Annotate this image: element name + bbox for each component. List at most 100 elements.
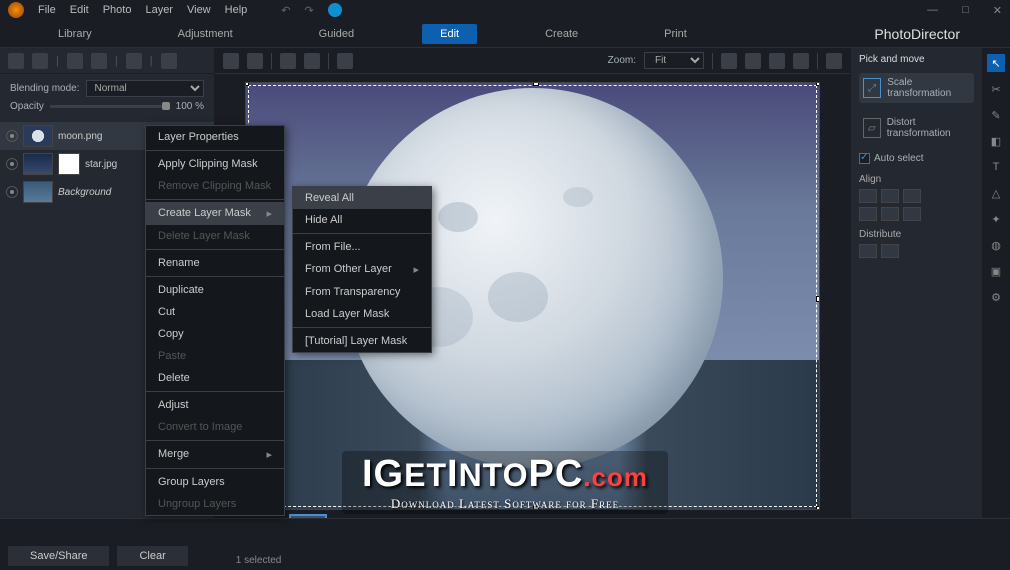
window-maximize-icon[interactable]: □: [962, 4, 969, 16]
submenu-item-from-file-[interactable]: From File...: [293, 236, 431, 258]
ctx-item-apply-clipping-mask[interactable]: Apply Clipping Mask: [146, 153, 284, 175]
rotate-right-icon[interactable]: [745, 53, 761, 69]
filter-icon[interactable]: [126, 53, 142, 69]
tab-print[interactable]: Print: [646, 24, 705, 44]
redo-icon[interactable]: ↷: [304, 4, 313, 17]
scale-transform-button[interactable]: ⤢ Scale transformation: [859, 73, 974, 103]
ctx-item-delete-layer-mask: Delete Layer Mask: [146, 225, 284, 247]
submenu-item-load-layer-mask[interactable]: Load Layer Mask: [293, 303, 431, 325]
ctx-item-adjust[interactable]: Adjust: [146, 394, 284, 416]
distort-transform-button[interactable]: ▱ Distort transformation: [859, 113, 974, 143]
menu-item-label: Delete Layer Mask: [158, 230, 250, 242]
snap-icon[interactable]: [337, 53, 353, 69]
distribute-h-button[interactable]: [859, 244, 877, 258]
ctx-item-layer-properties[interactable]: Layer Properties: [146, 126, 284, 148]
delete-layer-icon[interactable]: [161, 53, 177, 69]
ctx-item-group-layers[interactable]: Group Layers: [146, 471, 284, 493]
submenu-item--tutorial-layer-mask[interactable]: [Tutorial] Layer Mask: [293, 330, 431, 352]
window-close-icon[interactable]: ✕: [993, 4, 1002, 17]
selection-status: 1 selected: [236, 555, 282, 566]
ctx-item-create-layer-mask[interactable]: Create Layer Mask▸: [146, 202, 284, 225]
align-bottom-button[interactable]: [903, 207, 921, 221]
blur-tool-icon[interactable]: ◍: [987, 236, 1005, 254]
properties-panel: Pick and move ⤢ Scale transformation ▱ D…: [851, 48, 982, 518]
fill-tool-icon[interactable]: ▣: [987, 262, 1005, 280]
ctx-item-rename[interactable]: Rename: [146, 252, 284, 274]
save-share-button[interactable]: Save/Share: [8, 546, 109, 566]
opacity-slider[interactable]: [50, 105, 170, 108]
align-center-h-button[interactable]: [881, 189, 899, 203]
pen-tool-icon[interactable]: ✎: [987, 106, 1005, 124]
selection-handle-br[interactable]: [816, 506, 820, 510]
distribute-v-button[interactable]: [881, 244, 899, 258]
selection-handle-tl[interactable]: [245, 82, 249, 86]
rotate-left-icon[interactable]: [721, 53, 737, 69]
tab-create[interactable]: Create: [527, 24, 596, 44]
menu-item-label: Group Layers: [158, 476, 225, 488]
selection-handle-tm[interactable]: [533, 82, 539, 86]
align-center-v-button[interactable]: [881, 207, 899, 221]
ctx-item-cut[interactable]: Cut: [146, 301, 284, 323]
submenu-item-reveal-all[interactable]: Reveal All: [293, 187, 431, 209]
submenu-arrow-icon: ▸: [266, 207, 272, 220]
fullscreen-icon[interactable]: [826, 53, 842, 69]
tab-library[interactable]: Library: [40, 24, 110, 44]
magic-tool-icon[interactable]: ✦: [987, 210, 1005, 228]
align-right-button[interactable]: [903, 189, 921, 203]
flip-v-icon[interactable]: [793, 53, 809, 69]
selection-handle-tr[interactable]: [816, 82, 820, 86]
add-image-icon[interactable]: [32, 53, 48, 69]
layer-properties: Blending mode: Normal Opacity 100 %: [0, 74, 214, 122]
ctx-item-duplicate[interactable]: Duplicate: [146, 279, 284, 301]
tab-edit[interactable]: Edit: [422, 24, 477, 44]
mask-icon[interactable]: [67, 53, 83, 69]
menu-separator: [146, 150, 284, 151]
guides-icon[interactable]: [304, 53, 320, 69]
visibility-icon[interactable]: [6, 130, 18, 142]
move-tool-icon[interactable]: ↖: [987, 54, 1005, 72]
grid-icon[interactable]: [280, 53, 296, 69]
clear-button[interactable]: Clear: [117, 546, 187, 566]
ctx-item-delete[interactable]: Delete: [146, 367, 284, 389]
menu-edit[interactable]: Edit: [70, 4, 89, 16]
menu-photo[interactable]: Photo: [103, 4, 132, 16]
visibility-icon[interactable]: [6, 186, 18, 198]
selection-handle-mr[interactable]: [816, 296, 820, 302]
menu-item-label: Ungroup Layers: [158, 498, 236, 510]
compare-icon[interactable]: [247, 53, 263, 69]
cloud-icon[interactable]: [328, 3, 342, 17]
flip-h-icon[interactable]: [769, 53, 785, 69]
shape-tool-icon[interactable]: △: [987, 184, 1005, 202]
submenu-item-from-transparency[interactable]: From Transparency: [293, 281, 431, 303]
submenu-item-hide-all[interactable]: Hide All: [293, 209, 431, 231]
opacity-label: Opacity: [10, 101, 44, 112]
align-left-button[interactable]: [859, 189, 877, 203]
menu-item-label: Adjust: [158, 399, 189, 411]
layer-name: moon.png: [58, 131, 102, 142]
layer-thumbnail: [23, 125, 53, 147]
eraser-tool-icon[interactable]: ◧: [987, 132, 1005, 150]
menu-help[interactable]: Help: [225, 4, 248, 16]
view-mode-icon[interactable]: [223, 53, 239, 69]
visibility-icon[interactable]: [6, 158, 18, 170]
text-tool-icon[interactable]: T: [987, 158, 1005, 176]
zoom-select[interactable]: Fit: [644, 52, 704, 69]
tab-adjustment[interactable]: Adjustment: [160, 24, 251, 44]
crop-tool-icon[interactable]: ✂: [987, 80, 1005, 98]
menu-layer[interactable]: Layer: [145, 4, 173, 16]
undo-icon[interactable]: ↶: [281, 4, 290, 17]
submenu-item-from-other-layer[interactable]: From Other Layer▸: [293, 258, 431, 281]
settings-tool-icon[interactable]: ⚙: [987, 288, 1005, 306]
menu-file[interactable]: File: [38, 4, 56, 16]
align-top-button[interactable]: [859, 207, 877, 221]
menu-view[interactable]: View: [187, 4, 211, 16]
fx-icon[interactable]: [91, 53, 107, 69]
add-layer-icon[interactable]: [8, 53, 24, 69]
tab-guided[interactable]: Guided: [301, 24, 372, 44]
window-minimize-icon[interactable]: —: [927, 4, 938, 16]
menu-separator: [293, 327, 431, 328]
ctx-item-merge[interactable]: Merge▸: [146, 443, 284, 466]
ctx-item-copy[interactable]: Copy: [146, 323, 284, 345]
blending-mode-select[interactable]: Normal: [86, 80, 205, 97]
auto-select-checkbox[interactable]: Auto select: [859, 153, 974, 164]
